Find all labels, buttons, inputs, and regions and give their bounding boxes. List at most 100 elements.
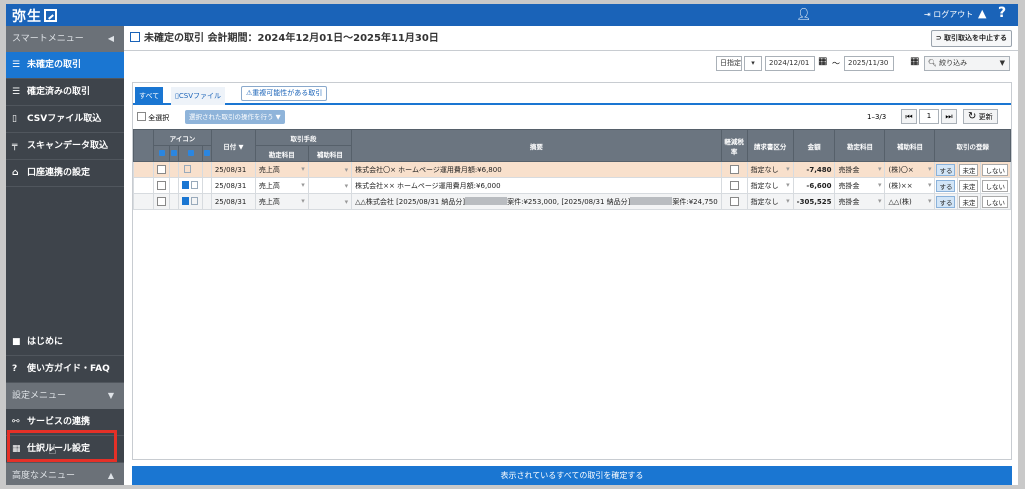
register-skip-button[interactable]: しない [982, 163, 1008, 176]
icon-filter-2[interactable] [169, 145, 180, 162]
header-date[interactable]: 日付 ▼ [210, 129, 256, 162]
transactions-card: すべて ▯CSVファイル ⚠重複可能性がある取引 全選択 選択された取引の操作を… [132, 82, 1012, 460]
table-row[interactable]: 25/08/31 売上高 ▾ ▾ 株式会社〇× ホームページ運用費月額:¥6,80… [133, 161, 1011, 178]
row-sub2[interactable]: (株)×× ▾ [884, 177, 936, 194]
row-date: 25/08/31 [210, 177, 256, 194]
row-acct[interactable]: 売上高 ▾ [254, 193, 309, 210]
sidebar-item-confirmed[interactable]: ☰ 確定済みの取引 [6, 79, 124, 106]
sidebar-item-guide[interactable]: ? 使い方ガイド・FAQ [6, 356, 124, 383]
row-invoice[interactable]: 指定なし ▾ [746, 193, 794, 210]
bulk-action-button[interactable]: 選択された取引の操作を行う ▼ [185, 110, 285, 124]
doc-icon [191, 197, 199, 205]
logout-link[interactable]: ⇥ ログアウト [924, 9, 973, 20]
help-icon[interactable]: ? [998, 5, 1006, 21]
row-amount: -7,480 [792, 161, 836, 178]
chevron-down-icon[interactable]: ▼ [108, 383, 114, 409]
date-to-input[interactable]: 2025/11/30 [844, 56, 894, 71]
row-sub[interactable]: ▾ [307, 161, 353, 178]
row-icon-cell [169, 193, 180, 210]
row-checkbox[interactable] [152, 193, 171, 210]
row-invoice[interactable]: 指定なし ▾ [746, 177, 794, 194]
register-skip-button[interactable]: しない [982, 195, 1008, 208]
row-checkbox[interactable] [152, 177, 171, 194]
select-all-checkbox[interactable]: 全選択 [137, 112, 169, 123]
tab-csv[interactable]: ▯CSVファイル [171, 87, 225, 105]
icon-filter-3[interactable] [178, 145, 203, 162]
row-icon-cell [178, 177, 203, 194]
hand-cursor-icon: ☝ [48, 442, 57, 458]
row-checkbox[interactable] [152, 161, 171, 178]
header-register: 取引の登録 [934, 129, 1011, 162]
tab-all[interactable]: すべて [135, 87, 164, 105]
date-mode-dropdown[interactable]: ▾ [744, 56, 762, 71]
register-do-button[interactable]: する [936, 195, 956, 208]
document-icon[interactable] [182, 181, 190, 189]
bell-icon[interactable]: ▲ [978, 7, 986, 20]
register-pending-button[interactable]: 未定 [959, 179, 979, 192]
refresh-button[interactable]: ↻ 更新 [963, 109, 998, 124]
table-row[interactable]: 25/08/31 売上高 ▾ ▾ △△株式会社 [2025/08/31 納品分] 案… [133, 193, 1011, 210]
sidebar-item-csv[interactable]: ▯ CSVファイル取込 [6, 106, 124, 133]
page-title-bar: 未確定の取引 会計期間：2024年12月01日～2025年11月30日 ⊃ 取引… [124, 26, 1018, 51]
row-acct[interactable]: 売上高 ▾ [254, 161, 309, 178]
confirm-all-button[interactable]: 表示されているすべての取引を確定する [132, 466, 1012, 485]
redacted-block [630, 196, 673, 205]
register-pending-button[interactable]: 未定 [959, 163, 979, 176]
row-sub[interactable]: ▾ [307, 177, 353, 194]
row-acct2[interactable]: 売掛金 ▾ [834, 161, 886, 178]
document-icon[interactable] [182, 197, 190, 205]
filter-button[interactable]: 🔍︎ 絞り込み ▼ [924, 56, 1010, 71]
stop-import-button[interactable]: ⊃ 取引取込を中止する [930, 30, 1012, 47]
advanced-menu-header[interactable]: 高度なメニュー ▲ [6, 463, 124, 485]
register-do-button[interactable]: する [936, 163, 956, 176]
header-sub2: 補助科目 [884, 129, 936, 162]
logout-label: ログアウト [933, 10, 974, 19]
row-icon-cell [201, 177, 212, 194]
row-sub2[interactable]: (株)〇× ▾ [884, 161, 936, 178]
icon-filter-1[interactable] [152, 145, 171, 162]
row-amount: -305,525 [792, 193, 836, 210]
smart-menu-header[interactable]: スマートメニュー ◀ [6, 26, 124, 52]
sidebar-item-hajimeni[interactable]: ■ はじめに [6, 329, 124, 356]
sidebar-item-label: 使い方ガイド・FAQ [27, 364, 110, 374]
row-icon-cell [169, 161, 180, 178]
row-icon-cell [178, 193, 203, 210]
sidebar-item-unconfirmed[interactable]: ☰ 未確定の取引 [6, 52, 124, 79]
tab-csv-label: CSVファイル [178, 92, 221, 100]
user-icon[interactable]: 👤︎ [796, 7, 811, 21]
date-from-input[interactable]: 2024/12/01 [765, 56, 815, 71]
last-page-icon[interactable]: ⏭ [941, 109, 957, 124]
duplicate-tab[interactable]: ⚠重複可能性がある取引 [241, 86, 328, 101]
row-acct2[interactable]: 売掛金 ▾ [834, 177, 886, 194]
row-acct[interactable]: 売上高 ▾ [254, 177, 309, 194]
row-acct2[interactable]: 売掛金 ▾ [834, 193, 886, 210]
register-pending-button[interactable]: 未定 [959, 195, 979, 208]
header-sub: 補助科目 [307, 145, 353, 162]
row-sub2[interactable]: △△(株) ▾ [884, 193, 936, 210]
sidebar-item-scan[interactable]: ╤ スキャンデータ取込 [6, 133, 124, 160]
row-marker [133, 177, 154, 194]
sidebar-item-bank[interactable]: ⌂ 口座連携の設定 [6, 160, 124, 187]
calendar-icon[interactable]: ▦ [910, 56, 919, 67]
refresh-icon: ↻ [968, 111, 977, 122]
row-reduced-checkbox[interactable] [720, 193, 748, 210]
icon-filter-4[interactable] [201, 145, 212, 162]
header-method: 取引手段 [254, 129, 353, 146]
sidebar-item-label: スキャンデータ取込 [27, 141, 109, 151]
register-do-button[interactable]: する [936, 179, 956, 192]
settings-menu-header[interactable]: 設定メニュー ▼ [6, 383, 124, 409]
filter-label: 絞り込み [939, 59, 968, 67]
table-row[interactable]: 25/08/31 売上高 ▾ ▾ 株式会社×× ホームページ運用費月額:¥6,00… [133, 177, 1011, 194]
row-reduced-checkbox[interactable] [720, 161, 748, 178]
row-reduced-checkbox[interactable] [720, 177, 748, 194]
register-skip-button[interactable]: しない [982, 179, 1008, 192]
checkbox[interactable] [137, 112, 146, 121]
page-title: 未確定の取引 会計期間：2024年12月01日～2025年11月30日 [144, 33, 439, 44]
row-sub[interactable]: ▾ [307, 193, 353, 210]
collapse-left-icon[interactable]: ◀ [108, 26, 114, 52]
row-invoice[interactable]: 指定なし ▾ [746, 161, 794, 178]
first-page-icon[interactable]: ⏮ [901, 109, 917, 124]
page-input[interactable]: 1 [919, 109, 939, 124]
chevron-up-icon[interactable]: ▲ [108, 463, 114, 485]
calendar-icon[interactable]: ▦ [818, 56, 827, 67]
